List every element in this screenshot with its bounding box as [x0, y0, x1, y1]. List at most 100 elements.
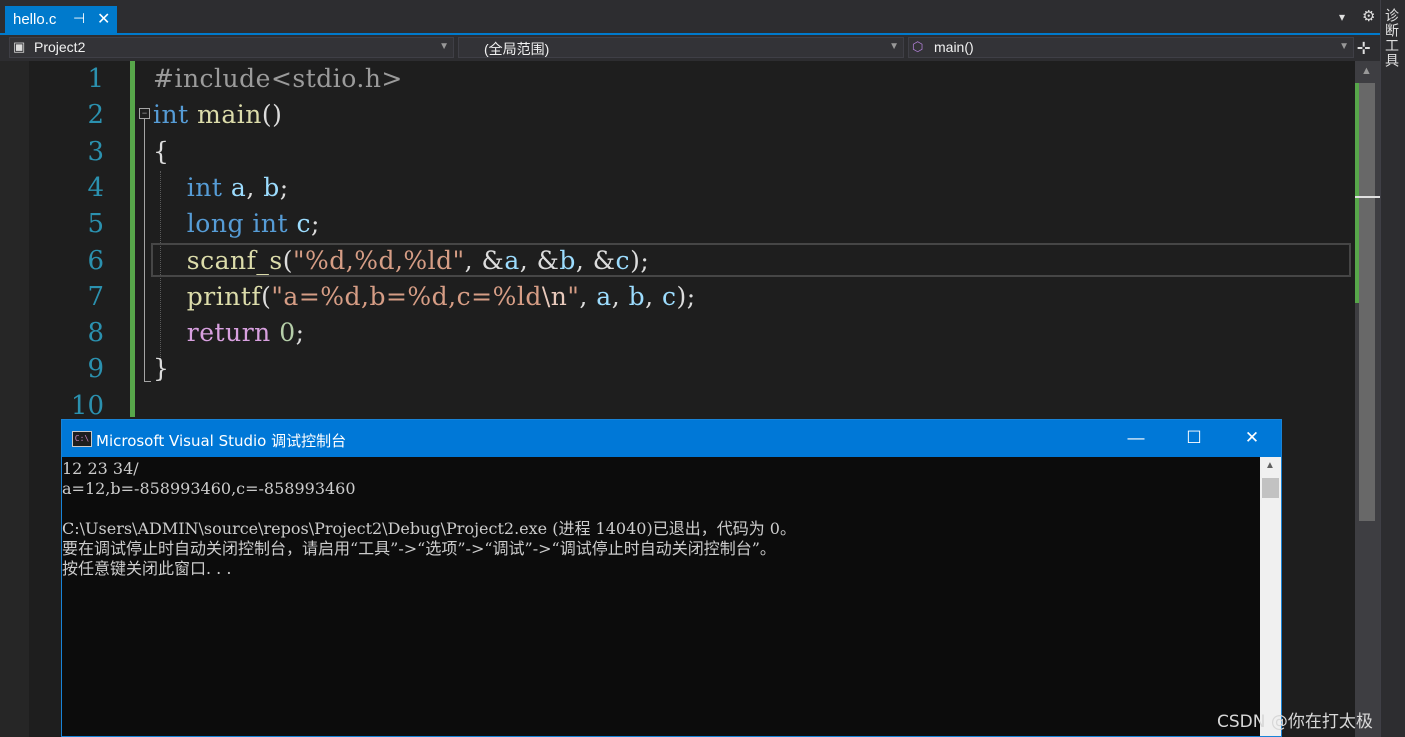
code-token: long	[186, 209, 244, 239]
code-token: (	[282, 245, 293, 275]
pin-icon[interactable]: ⊣	[73, 10, 85, 27]
function-dropdown[interactable]: ⬡ main() ▼	[908, 37, 1354, 58]
code-token: ()	[261, 100, 283, 130]
function-dropdown-value: main()	[934, 39, 974, 55]
watermark: CSDN @你在打太极	[1217, 712, 1373, 732]
code-token: ;	[295, 318, 305, 348]
line-number: 6	[87, 245, 104, 276]
editor-vertical-scrollbar[interactable]: ▲	[1355, 61, 1380, 737]
code-token: ,	[246, 172, 264, 202]
console-vertical-scrollbar[interactable]: ▲	[1260, 457, 1281, 736]
code-token: ;	[279, 172, 289, 202]
tab-hello-c[interactable]: hello.c ⊣ ✕	[5, 6, 117, 34]
code-token: int	[186, 172, 223, 202]
code-token: ,	[611, 281, 629, 311]
code-line[interactable]: #include<stdio.h>	[153, 64, 403, 93]
code-line[interactable]: printf("a=%d,b=%d,c=%ld\n", a, b, c);	[153, 282, 696, 311]
navigation-bar: ▣ Project2 ▼ (全局范围) ▼ ⬡ main() ▼	[0, 35, 1380, 61]
scroll-up-icon[interactable]: ▲	[1265, 460, 1275, 471]
project-icon: ▣	[13, 39, 26, 54]
line-number: 8	[87, 318, 104, 349]
project-dropdown[interactable]: ▣ Project2 ▼	[9, 37, 454, 58]
breakpoint-margin[interactable]	[0, 61, 29, 737]
code-token: , &	[519, 245, 560, 275]
maximize-button[interactable]: ☐	[1165, 420, 1223, 457]
code-line[interactable]: int main()	[153, 100, 282, 129]
code-token: #include<stdio.h>	[153, 64, 403, 93]
diagnostic-tools-panel-tab[interactable]: 诊断工具	[1380, 0, 1405, 737]
code-token: "%d,%d,%ld"	[292, 245, 465, 275]
code-line[interactable]: return 0;	[153, 318, 305, 347]
console-title: Microsoft Visual Studio 调试控制台	[96, 432, 347, 450]
code-token: a	[504, 245, 520, 275]
scope-dropdown[interactable]: (全局范围) ▼	[458, 37, 904, 58]
scrollbar-thumb[interactable]	[1359, 83, 1375, 521]
code-token: int	[252, 209, 289, 239]
code-token: main	[197, 100, 262, 130]
code-token: ,	[645, 281, 663, 311]
chevron-down-icon: ▼	[439, 41, 449, 52]
console-output[interactable]: 12 23 34/ a=12,b=-858993460,c=-858993460…	[62, 459, 1257, 579]
line-number: 2	[87, 100, 104, 131]
code-token: 0	[279, 318, 296, 348]
outline-line	[144, 119, 145, 381]
console-title-bar[interactable]: C:\ Microsoft Visual Studio 调试控制台 — ☐ ✕	[62, 420, 1281, 457]
code-token: scanf_s	[186, 245, 283, 275]
scrollbar-thumb[interactable]	[1262, 478, 1279, 498]
gear-icon[interactable]: ⚙	[1362, 7, 1375, 25]
diagnostic-tools-label: 诊断工具	[1384, 8, 1400, 68]
debug-console-window[interactable]: C:\ Microsoft Visual Studio 调试控制台 — ☐ ✕ …	[61, 419, 1282, 737]
code-line[interactable]: }	[153, 354, 169, 383]
document-tab-strip: hello.c ⊣ ✕ ▾ ⚙	[0, 0, 1380, 35]
code-token: printf	[186, 281, 262, 311]
code-token: c	[615, 245, 631, 275]
code-token: a	[596, 281, 612, 311]
code-token: "	[567, 281, 580, 311]
code-line[interactable]: int a, b;	[153, 173, 289, 202]
line-number: 3	[87, 136, 104, 167]
line-number: 4	[87, 172, 104, 203]
outline-line-end	[144, 381, 151, 382]
code-line[interactable]: long int c;	[153, 209, 320, 238]
change-tracking-bar	[130, 61, 135, 417]
line-number: 10	[70, 390, 104, 421]
split-window-icon[interactable]: ⊹	[1357, 38, 1370, 58]
line-number: 1	[87, 64, 104, 94]
line-number: 9	[87, 354, 104, 385]
code-token: ;	[311, 209, 320, 239]
code-token: c	[662, 281, 677, 311]
close-button[interactable]: ✕	[1223, 420, 1281, 457]
tab-title: hello.c	[13, 11, 57, 28]
minimize-button[interactable]: —	[1107, 420, 1165, 457]
code-token: );	[630, 245, 650, 275]
line-number: 5	[87, 209, 104, 240]
project-dropdown-value: Project2	[34, 39, 86, 55]
code-token: b	[263, 172, 280, 202]
chevron-down-icon: ▼	[889, 41, 899, 52]
code-token: b	[628, 281, 646, 311]
code-line[interactable]: scanf_s("%d,%d,%ld", &a, &b, &c);	[153, 246, 649, 275]
code-token: (	[261, 281, 272, 311]
console-app-icon: C:\	[72, 431, 92, 447]
tab-list-dropdown-icon[interactable]: ▾	[1339, 10, 1345, 24]
scrollbar-caret-marker	[1355, 196, 1380, 198]
code-token: return	[186, 318, 271, 348]
scroll-up-icon[interactable]: ▲	[1361, 65, 1372, 77]
code-token: int	[153, 100, 189, 130]
code-line[interactable]: {	[153, 137, 169, 166]
code-token: );	[676, 281, 696, 311]
chevron-down-icon: ▼	[1339, 41, 1349, 52]
code-token: }	[153, 354, 170, 384]
close-icon[interactable]: ✕	[97, 9, 110, 29]
collapse-icon[interactable]: −	[139, 108, 150, 119]
scope-dropdown-value: (全局范围)	[484, 41, 550, 57]
